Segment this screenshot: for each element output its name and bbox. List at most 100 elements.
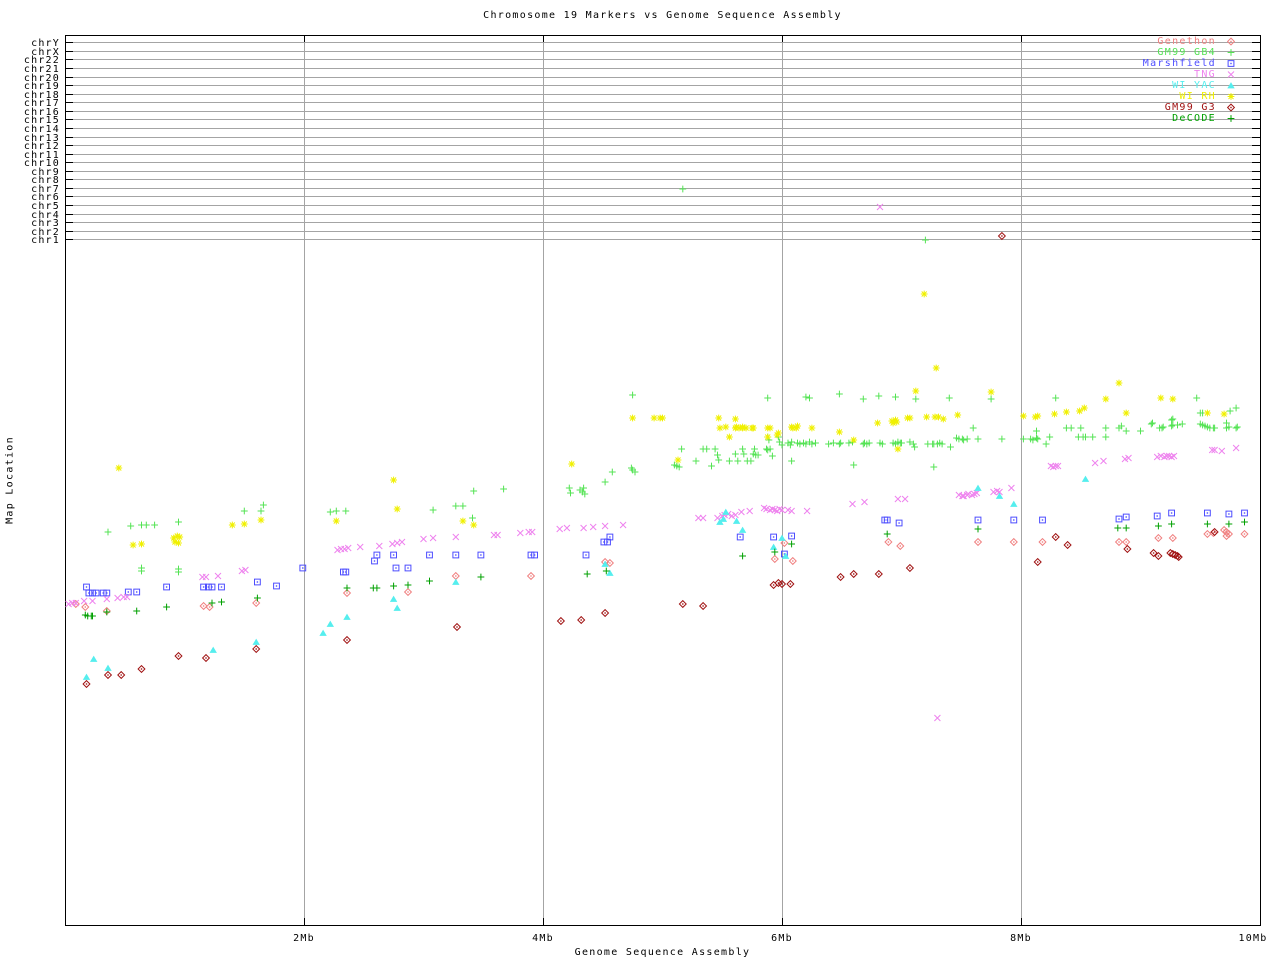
marker — [770, 533, 777, 541]
marker — [692, 457, 700, 465]
marker — [209, 646, 217, 653]
marker — [104, 664, 112, 671]
marker — [1168, 520, 1175, 528]
marker — [389, 595, 398, 602]
marker — [115, 464, 123, 472]
marker — [89, 597, 96, 605]
scatter-plot: chrYchrXchr22chr21chr20chr19chr18chr17ch… — [24, 35, 1268, 944]
legend-label: Genethon — [1157, 36, 1216, 47]
marker — [1174, 421, 1181, 429]
marker — [1051, 410, 1058, 418]
series-gm99-gb4 — [104, 185, 1241, 576]
marker — [252, 638, 260, 645]
marker — [849, 569, 858, 579]
marker — [732, 450, 739, 458]
marker — [1051, 532, 1060, 542]
marker — [1039, 516, 1046, 524]
marker — [403, 587, 413, 597]
marker — [973, 537, 983, 547]
marker — [830, 439, 837, 447]
marker — [371, 557, 378, 565]
marker — [1077, 424, 1085, 432]
marker — [470, 521, 478, 529]
triangle-icon — [1216, 80, 1246, 91]
marker — [398, 538, 406, 546]
marker — [1155, 522, 1162, 530]
legend-item-gm99-gb4: GM99 GB4 — [1143, 47, 1246, 58]
marker — [778, 534, 786, 541]
marker — [849, 500, 856, 508]
marker — [974, 516, 982, 524]
marker — [452, 533, 460, 541]
marker — [884, 537, 893, 547]
marker — [736, 533, 744, 541]
marker — [117, 670, 126, 680]
marker — [1232, 404, 1240, 412]
plus-icon — [1216, 47, 1246, 58]
marker — [129, 541, 137, 549]
marker — [1122, 427, 1130, 435]
marker — [901, 495, 909, 503]
marker — [373, 584, 381, 592]
marker — [1122, 537, 1131, 547]
marker — [138, 567, 145, 575]
marker — [1232, 444, 1240, 452]
marker — [836, 572, 845, 582]
marker — [1089, 433, 1097, 441]
marker — [836, 440, 843, 448]
marker — [1102, 395, 1110, 403]
marker — [650, 414, 658, 422]
marker — [1209, 528, 1218, 538]
marker — [565, 484, 573, 492]
marker — [1227, 115, 1235, 122]
marker — [420, 535, 427, 543]
marker — [1034, 435, 1042, 443]
marker — [240, 520, 248, 528]
marker — [373, 551, 381, 559]
marker — [1122, 513, 1130, 521]
marker — [1226, 37, 1236, 46]
x-tick-label: 10Mb — [1239, 933, 1268, 944]
marker — [678, 599, 687, 609]
marker — [582, 551, 590, 559]
marker — [920, 290, 928, 298]
marker — [960, 436, 967, 444]
marker — [769, 543, 778, 550]
marker — [259, 501, 267, 509]
plus-dark-icon — [1216, 113, 1246, 124]
marker — [1227, 93, 1235, 100]
marker — [451, 571, 460, 581]
marker — [739, 445, 746, 453]
marker — [711, 445, 719, 453]
marker — [375, 542, 383, 550]
marker — [806, 394, 813, 402]
marker — [469, 514, 476, 522]
marker — [930, 463, 938, 471]
marker — [939, 415, 947, 423]
marker — [808, 424, 816, 432]
marker — [747, 457, 755, 465]
marker — [1114, 524, 1122, 532]
marker — [734, 457, 742, 465]
marker — [252, 598, 261, 608]
marker — [1149, 419, 1156, 427]
marker — [199, 601, 208, 611]
marker — [703, 445, 711, 453]
marker — [1233, 423, 1241, 431]
marker — [218, 598, 225, 606]
marker — [883, 530, 891, 538]
marker — [1009, 537, 1018, 547]
marker — [997, 231, 1007, 241]
marker — [356, 543, 364, 551]
marker — [103, 589, 111, 597]
gridlines — [65, 35, 1260, 925]
marker — [390, 551, 398, 559]
legend-item-wi-yac: WI YAC — [1143, 80, 1246, 91]
marker — [531, 551, 538, 559]
marker — [1042, 440, 1050, 448]
marker — [528, 528, 536, 536]
marker — [788, 540, 795, 548]
marker — [174, 651, 183, 661]
marker — [1169, 395, 1177, 403]
marker — [740, 450, 748, 458]
